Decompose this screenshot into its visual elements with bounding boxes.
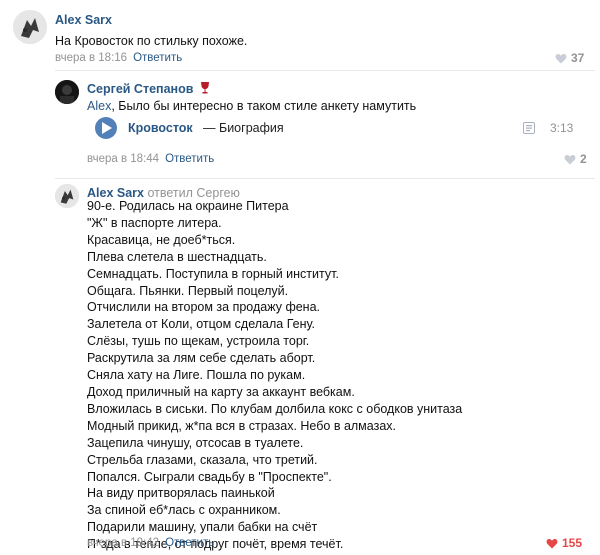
lyrics-icon[interactable] [523, 121, 535, 139]
author-name[interactable]: Сергей Степанов [87, 82, 193, 96]
avatar-image [13, 10, 47, 44]
track-separator: — [203, 121, 216, 135]
avatar[interactable] [13, 10, 47, 44]
comment-line: На виду притворялась паинькой [87, 486, 275, 501]
comment-line: Плева слетела в шестнадцать. [87, 249, 267, 264]
comment-line: 90-е. Родилась на окраине Питера [87, 199, 289, 213]
track-duration: 3:13 [550, 121, 574, 135]
comment-1: Alex Sarx На Кровосток по стильку похоже… [0, 0, 600, 70]
like-count: 155 [562, 536, 583, 550]
comment-line: Красавица, не доеб*ться. [87, 232, 236, 247]
reply-button[interactable]: Ответить [165, 153, 214, 165]
like-button[interactable]: 37 [555, 51, 584, 65]
play-button[interactable] [95, 117, 117, 139]
comment-line: Стрельба глазами, сказала, что третий. [87, 452, 318, 467]
comment-3: Alex Sarx ответил Сергею 90-е. Родилась … [0, 178, 600, 555]
comment-text: 90-е. Родилась на окраине Питера "Ж" в па… [87, 198, 462, 553]
comment-time[interactable]: вчера в 18:16 [55, 52, 127, 64]
comment-author: Сергей Степанов [87, 82, 210, 96]
comment-line: Попался. Сыграли свадьбу в "Проспекте". [87, 469, 332, 484]
comment-line: Подарили машину, упали бабки на счёт [87, 520, 318, 535]
heart-icon [564, 154, 576, 164]
avatar-image [55, 184, 79, 208]
like-count: 37 [571, 51, 585, 65]
reply-button[interactable]: Ответить [165, 537, 214, 549]
audio-attachment[interactable]: Кровосток — Биография 3:13 [95, 117, 575, 143]
comment-meta: вчера в 18:16 Ответить [55, 52, 182, 64]
comment-line: Доход приличный на карту за аккаунт вебк… [87, 384, 355, 399]
comment-line: "Ж" в паспорте литера. [87, 215, 222, 230]
comment-line: Модный прикид, ж*па вся в стразах. Небо … [87, 418, 396, 433]
comment-meta: вчера в 18:44 Ответить [87, 153, 214, 165]
heart-icon [555, 53, 567, 63]
comment-body: , Было бы интересно в таком стиле анкету… [111, 99, 417, 113]
comment-line: Сняла хату на Лиге. Пошла по рукам. [87, 368, 306, 383]
track-artist[interactable]: Кровосток [128, 121, 193, 135]
comment-line: Залетела от Коли, отцом сделала Гену. [87, 317, 315, 332]
heart-icon [546, 538, 558, 548]
avatar-image [55, 80, 79, 104]
comment-text: Alex, Было бы интересно в таком стиле ан… [87, 98, 416, 115]
comment-line: Общага. Пьянки. Первый поцелуй. [87, 283, 289, 298]
comment-line: Раскрутила за лям себе сделать аборт. [87, 351, 316, 366]
avatar[interactable] [55, 80, 79, 104]
comment-line: Семнадцать. Поступила в горный институт. [87, 266, 339, 281]
comment-line: Отчислили на втором за продажу фена. [87, 300, 321, 315]
comment-time[interactable]: вчера в 19:42 [87, 537, 159, 549]
avatar[interactable] [55, 184, 79, 208]
wine-glass-icon [200, 82, 209, 94]
track-title[interactable]: Биография [219, 121, 284, 135]
reply-button[interactable]: Ответить [133, 52, 182, 64]
comment-line: Зацепила чинушу, отсосав в туалете. [87, 435, 304, 450]
mention-link[interactable]: Alex [87, 99, 111, 113]
comment-text: На Кровосток по стильку похоже. [55, 34, 248, 48]
like-count: 2 [580, 152, 587, 166]
comment-line: Вложилась в сиськи. По клубам долбила ко… [87, 401, 463, 416]
like-button[interactable]: 155 [546, 536, 582, 550]
like-button[interactable]: 2 [564, 152, 587, 166]
comment-author[interactable]: Alex Sarx [55, 13, 112, 27]
comment-time[interactable]: вчера в 18:44 [87, 153, 159, 165]
comment-line: Слёзы, тушь по щекам, устроила торг. [87, 334, 310, 349]
comment-meta: вчера в 19:42 Ответить [87, 537, 214, 549]
play-icon [102, 122, 112, 134]
comment-line: За спиной еб*лась с охранником. [87, 503, 281, 518]
